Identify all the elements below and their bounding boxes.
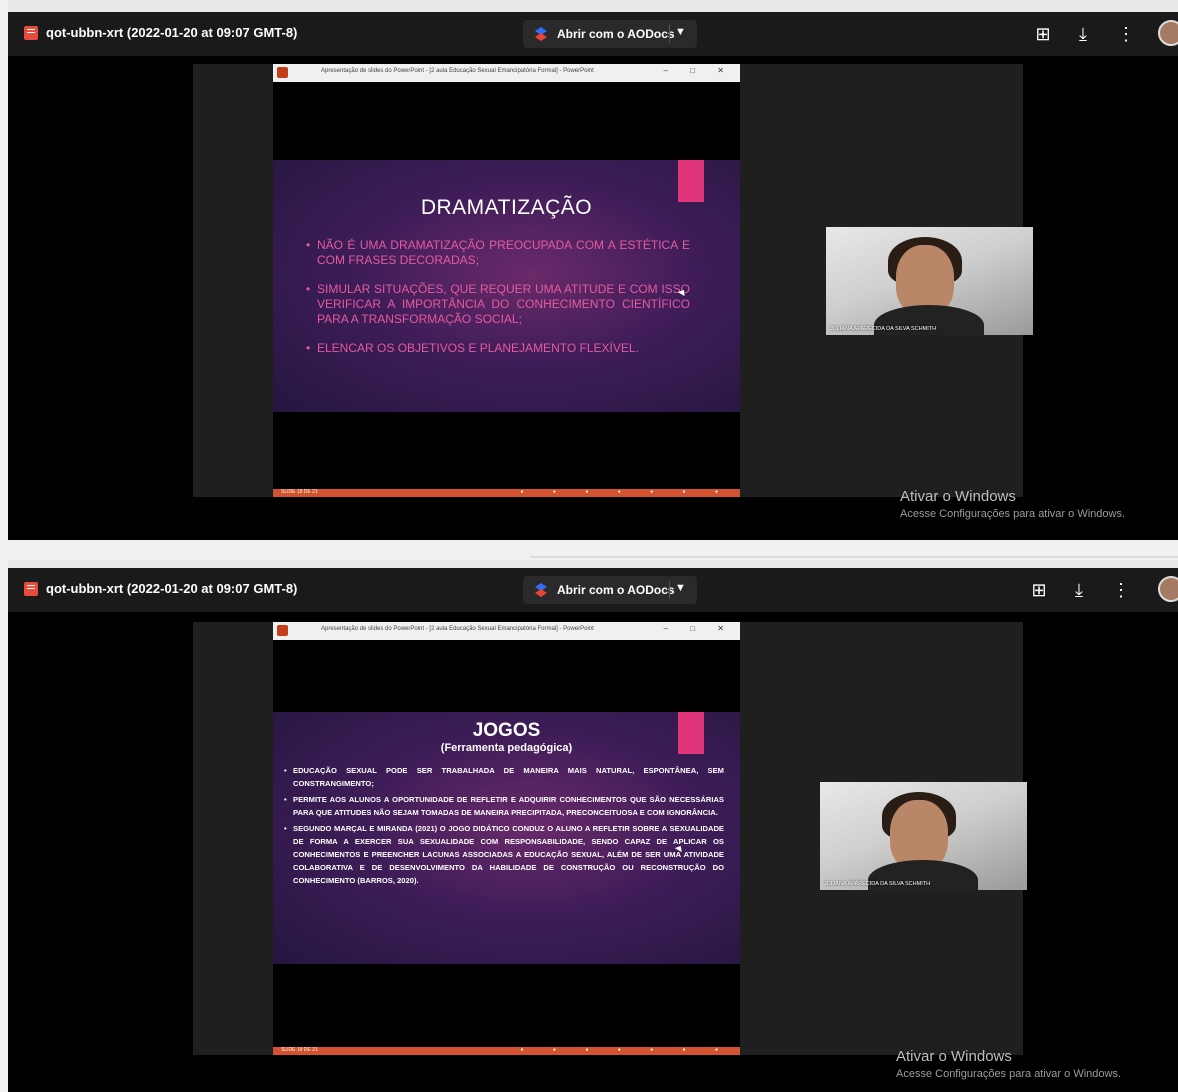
slide-bullet-list: NÃO É UMA DRAMATIZAÇÃO PREOCUPADA COM A … [306,238,690,370]
viewer-panel-1: qot-ubbn-xrt (2022-01-20 at 09:07 GMT-8)… [8,0,1178,540]
slide: JOGOS (Ferramenta pedagógica) EDUCAÇÃO S… [273,712,740,964]
video-file-icon [24,582,38,596]
download-icon[interactable]: ⤓ [1066,578,1092,602]
more-vert-icon[interactable]: ⋮ [1113,22,1139,46]
avatar[interactable] [1158,20,1178,46]
slide-counter: SLIDE 19 DE 21 [281,1047,318,1053]
open-with-label: Abrir com o AODocs [557,583,675,597]
drive-viewer-header: qot-ubbn-xrt (2022-01-20 at 09:07 GMT-8)… [8,12,1178,56]
open-with-label: Abrir com o AODocs [557,27,675,41]
slide-counter: SLIDE 18 DE 21 [281,489,318,495]
powerpoint-titlebar: Apresentação de slides do PowerPoint - [… [273,622,740,640]
slide-title: DRAMATIZAÇÃO [420,196,593,219]
watermark-line-2: Acesse Configurações para ativar o Windo… [896,1068,1121,1080]
powerpoint-statusbar: SLIDE 19 DE 21 ● ● ● ● ● ● ● [273,1047,740,1055]
open-with-aodocs-button[interactable]: Abrir com o AODocs ▼ [523,576,697,604]
watermark-line-2: Acesse Configurações para ativar o Windo… [900,508,1125,520]
participant-video: JULIANA APARECIDA DA SILVA SCHMITH [820,782,1027,890]
viewer-panel-2: qot-ubbn-xrt (2022-01-20 at 09:07 GMT-8)… [8,560,1178,1092]
chevron-down-icon[interactable]: ▼ [675,26,686,38]
slide-bullet: PERMITE AOS ALUNOS A OPORTUNIDADE DE REF… [284,793,724,819]
slide-bullet: SIMULAR SITUAÇÕES, QUE REQUER UMA ATITUD… [306,282,690,327]
avatar[interactable] [1158,576,1178,602]
slide-bullet-list: EDUCAÇÃO SEXUAL PODE SER TRABALHADA DE M… [284,764,724,890]
powerpoint-icon [277,625,288,636]
slide-bullet: EDUCAÇÃO SEXUAL PODE SER TRABALHADA DE M… [284,764,724,790]
slide-bullet: SEGUNDO MARÇAL E MIRANDA (2021) O JOGO D… [284,822,724,887]
windows-activation-watermark: Ativar o Windows Acesse Configurações pa… [896,1048,1121,1080]
file-name: qot-ubbn-xrt (2022-01-20 at 09:07 GMT-8) [46,581,298,596]
powerpoint-window: Apresentação de slides do PowerPoint - [… [273,64,740,497]
powerpoint-window: Apresentação de slides do PowerPoint - [… [273,622,740,1055]
video-stage: Apresentação de slides do PowerPoint - [… [193,622,1027,1055]
window-controls: – □ ✕ [663,66,734,75]
powerpoint-statusbar: SLIDE 18 DE 21 ● ● ● ● ● ● ● [273,489,740,497]
window-controls: – □ ✕ [663,624,734,633]
download-icon[interactable]: ⤓ [1070,22,1096,46]
slide-subtitle: (Ferramenta pedagógica) [440,742,573,754]
participant-name: JULIANA APARECIDA DA SILVA SCHMITH [830,326,937,332]
open-with-aodocs-button[interactable]: Abrir com o AODocs ▼ [523,20,697,48]
powerpoint-window-title: Apresentação de slides do PowerPoint - [… [321,68,594,74]
watermark-line-1: Ativar o Windows [900,488,1016,505]
button-divider [669,25,670,43]
slide-title: JOGOS [472,720,541,741]
video-stage: Apresentação de slides do PowerPoint - [… [193,64,1033,497]
video-file-icon [24,26,38,40]
button-divider [669,581,670,599]
file-name: qot-ubbn-xrt (2022-01-20 at 09:07 GMT-8) [46,25,298,40]
add-comment-icon[interactable]: ⊞ [1030,22,1056,46]
slide-bullet: NÃO É UMA DRAMATIZAÇÃO PREOCUPADA COM A … [306,238,690,268]
aodocs-logo-icon [535,27,547,41]
powerpoint-window-title: Apresentação de slides do PowerPoint - [… [321,626,594,632]
powerpoint-titlebar: Apresentação de slides do PowerPoint - [… [273,64,740,82]
participant-name: JULIANA APARECIDA DA SILVA SCHMITH [824,881,931,887]
presenter-controls: ● ● ● ● ● ● ● [520,1047,732,1053]
add-comment-icon[interactable]: ⊞ [1026,578,1052,602]
powerpoint-icon [277,67,288,78]
aodocs-logo-icon [535,583,547,597]
participant-video: JULIANA APARECIDA DA SILVA SCHMITH [826,227,1033,335]
chevron-down-icon[interactable]: ▼ [675,582,686,594]
slide: DRAMATIZAÇÃO NÃO É UMA DRAMATIZAÇÃO PREO… [273,160,740,412]
watermark-line-1: Ativar o Windows [896,1048,1012,1065]
panel-separator [0,540,1178,560]
windows-activation-watermark: Ativar o Windows Acesse Configurações pa… [900,488,1125,520]
drive-viewer-header: qot-ubbn-xrt (2022-01-20 at 09:07 GMT-8)… [8,568,1178,612]
more-vert-icon[interactable]: ⋮ [1108,578,1134,602]
presenter-controls: ● ● ● ● ● ● ● [520,489,732,495]
slide-bullet: ELENCAR OS OBJETIVOS E PLANEJAMENTO FLEX… [306,341,690,356]
